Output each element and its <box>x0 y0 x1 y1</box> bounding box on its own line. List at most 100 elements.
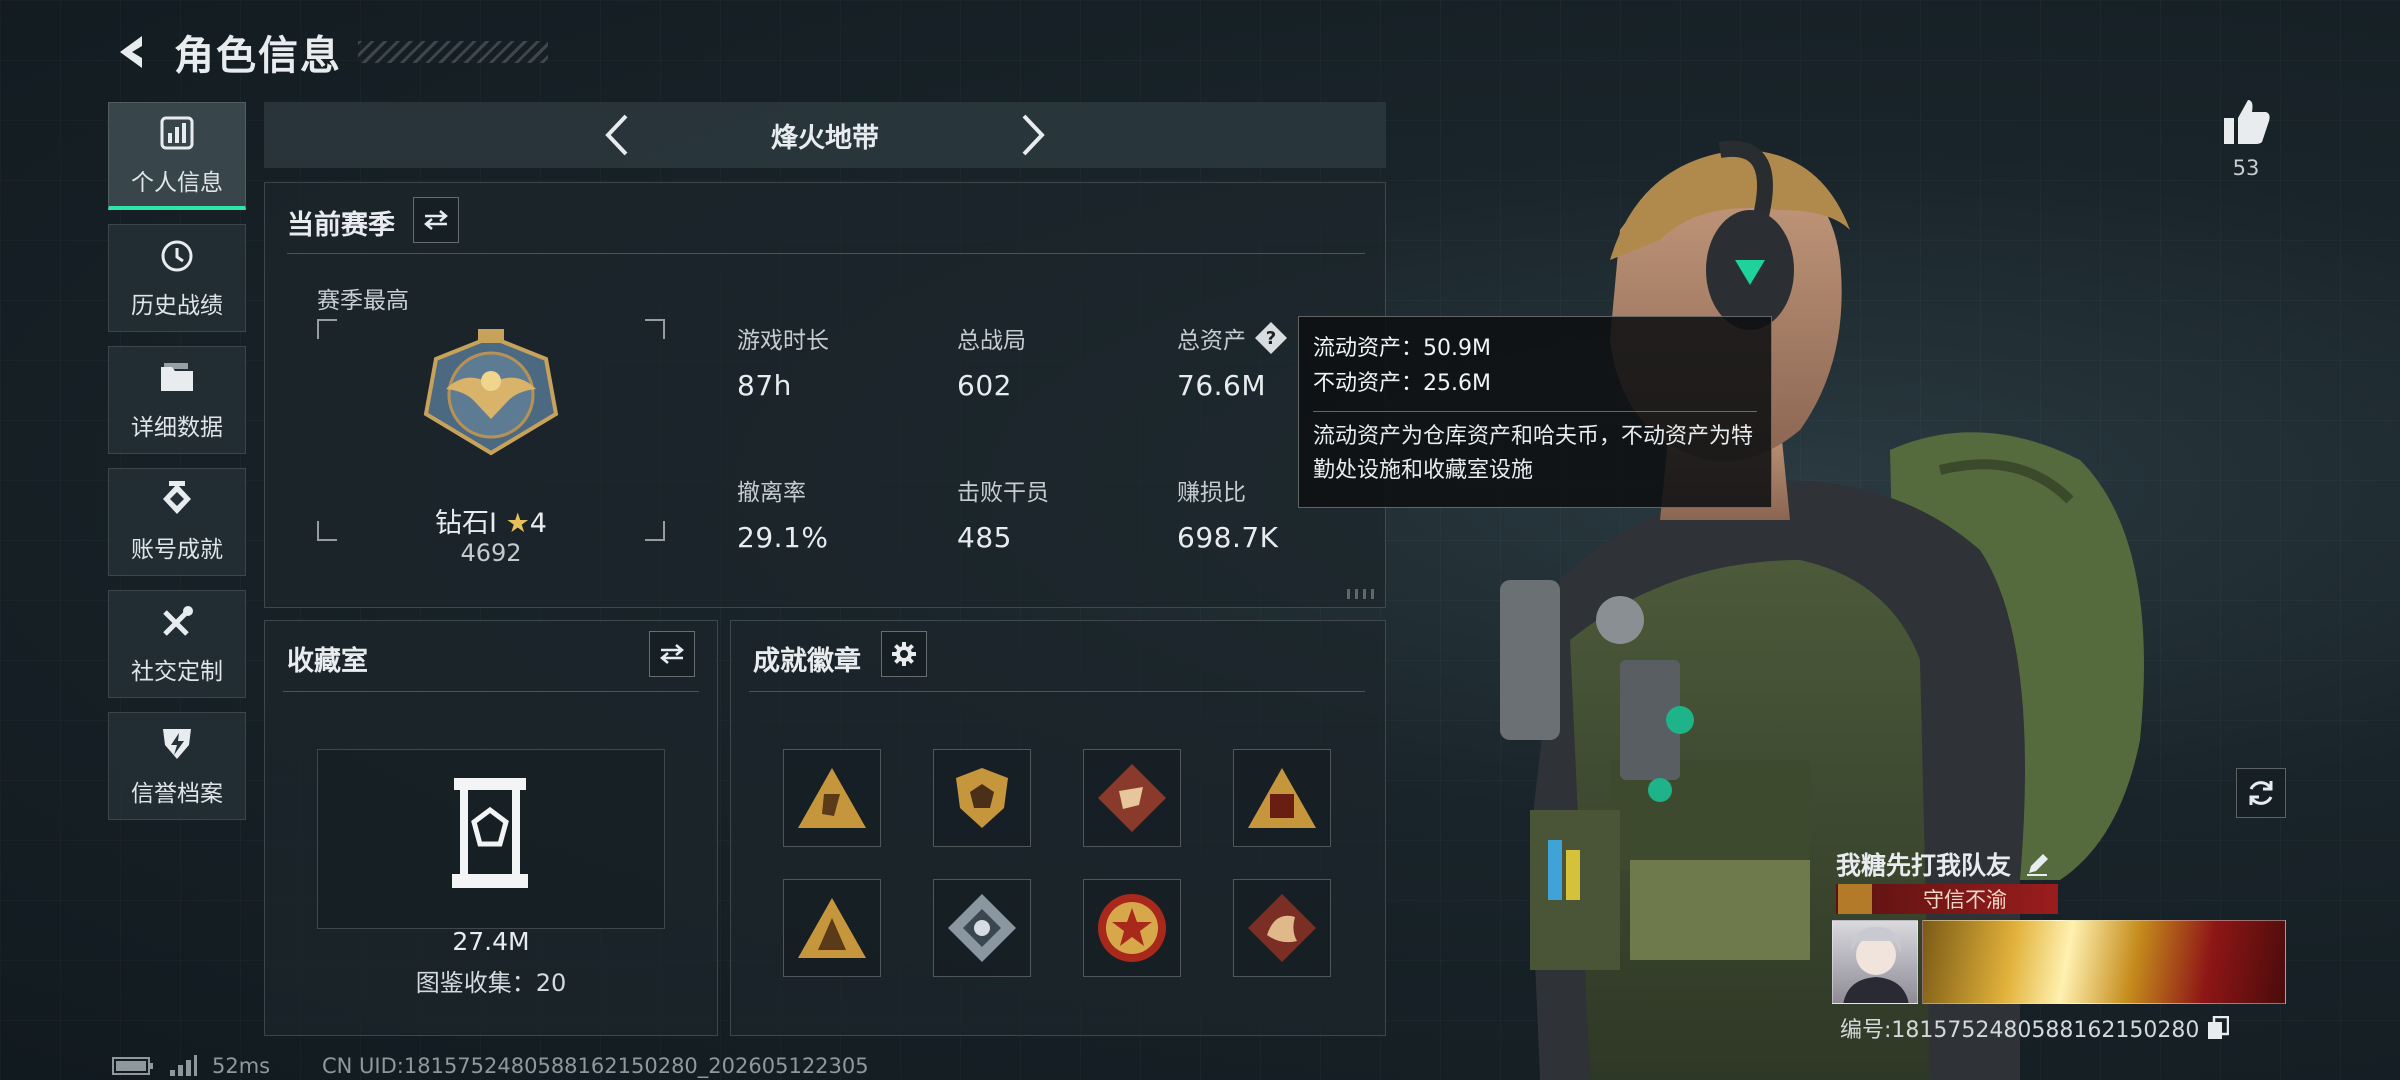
divider <box>287 253 1365 254</box>
honor-title: 守信不渝 <box>1923 888 2007 912</box>
rank-name: 钻石Ⅰ ★4 <box>317 501 665 540</box>
mode-prev-button[interactable] <box>589 107 645 163</box>
thumbs-up-icon[interactable] <box>2220 98 2272 146</box>
star-icon: ★ <box>505 508 530 539</box>
avatar-portrait <box>1843 927 1909 1003</box>
stat-label: 游戏时长 <box>737 328 829 354</box>
nav-item-reputation[interactable]: 信誉档案 <box>108 712 246 820</box>
divider <box>283 691 699 692</box>
collection-panel: 收藏室 27.4M 图鉴收集：20 <box>264 620 718 1036</box>
badge-item[interactable] <box>1083 879 1181 977</box>
cn-uid: CN UID:1815752480588162150280_2026051223… <box>322 1054 869 1078</box>
nav-label: 详细数据 <box>131 415 223 441</box>
stat-value: 602 <box>957 369 1012 402</box>
swap-icon <box>424 210 448 230</box>
honor-title-bar: 守信不渝 <box>1836 884 2058 914</box>
season-panel: 当前赛季 赛季最高 钻石Ⅰ ★4 4692 游戏时长 87h 总战局 602 总… <box>264 182 1386 608</box>
svg-text:?: ? <box>1266 328 1276 349</box>
help-icon[interactable]: ? <box>1254 321 1288 355</box>
tooltip-fixed-assets: 不动资产：25.6M <box>1313 371 1491 397</box>
nav-item-detailed-data[interactable]: 详细数据 <box>108 346 246 454</box>
player-uid-text: 编号:1815752480588162150280 <box>1840 1018 2200 1043</box>
badge-item[interactable] <box>1083 749 1181 847</box>
stat-value: 698.7K <box>1177 521 1279 554</box>
stat-value: 87h <box>737 369 792 402</box>
stat-operators-defeated: 击败干员 485 <box>957 473 1049 554</box>
stat-label: 总资产 ? <box>1177 321 1288 355</box>
like-count: 53 <box>2232 156 2260 180</box>
player-name: 我糖先打我队友 <box>1836 846 2051 882</box>
history-clock-icon <box>159 236 195 276</box>
badge-diamond-icon <box>1098 764 1166 832</box>
divider <box>749 691 1365 692</box>
stat-label: 总战局 <box>957 328 1026 354</box>
badges-panel: 成就徽章 <box>730 620 1386 1036</box>
badge-item[interactable] <box>783 749 881 847</box>
back-arrow-icon <box>120 36 142 68</box>
shield-emblem-icon <box>159 724 195 764</box>
honor-emblem-icon <box>1838 884 1872 914</box>
tooltip-divider <box>1313 411 1757 413</box>
stat-profit-loss-ratio: 赚损比 698.7K <box>1177 473 1279 554</box>
stat-total-matches: 总战局 602 <box>957 321 1026 402</box>
season-title: 当前赛季 <box>287 210 395 241</box>
collection-preview[interactable] <box>317 749 665 929</box>
chevron-right-icon <box>1022 114 1045 156</box>
refresh-button[interactable] <box>2236 768 2286 818</box>
corner-decoration <box>1347 589 1377 599</box>
signal-icon <box>170 1055 197 1076</box>
badge-item[interactable] <box>783 879 881 977</box>
nav-label: 社交定制 <box>131 659 223 685</box>
tooltip-description: 流动资产为仓库资产和哈夫币，不动资产为特勤处设施和收藏室设施 <box>1313 424 1754 484</box>
nav-item-achievements[interactable]: 账号成就 <box>108 468 246 576</box>
badge-shield-icon <box>956 768 1008 828</box>
mode-selector: 烽火地带 <box>264 102 1386 168</box>
rank-stars: 4 <box>529 508 547 539</box>
stat-label-text: 总资产 <box>1177 328 1246 354</box>
title-decoration <box>358 41 548 63</box>
rank-emblem-icon <box>423 329 559 456</box>
collection-title: 收藏室 <box>287 646 368 677</box>
name-card-banner[interactable] <box>1922 920 2286 1004</box>
rank-score: 4692 <box>460 539 522 567</box>
gear-icon <box>892 642 916 666</box>
player-uid: 编号:1815752480588162150280 <box>1840 1012 2230 1044</box>
badge-item[interactable] <box>1233 879 1331 977</box>
mode-next-button[interactable] <box>1005 107 1061 163</box>
nav-label: 信誉档案 <box>131 781 223 807</box>
stat-extract-rate: 撤离率 29.1% <box>737 473 828 554</box>
stat-value: 76.6M <box>1177 369 1267 402</box>
nav-label: 个人信息 <box>131 169 223 196</box>
battery-icon <box>112 1057 153 1075</box>
side-nav: 个人信息 历史战绩 详细数据 账号成就 社交定制 信誉档案 <box>108 102 246 834</box>
badge-item[interactable] <box>1233 749 1331 847</box>
nav-item-history[interactable]: 历史战绩 <box>108 224 246 332</box>
stat-label: 击败干员 <box>957 480 1049 506</box>
display-case-icon <box>452 778 528 888</box>
achievement-diamond-icon <box>159 480 195 520</box>
collection-switch-button[interactable] <box>649 631 695 677</box>
nav-item-personal-info[interactable]: 个人信息 <box>108 102 246 210</box>
stat-value: 29.1% <box>737 521 829 554</box>
season-switch-button[interactable] <box>413 197 459 243</box>
avatar[interactable] <box>1832 920 1918 1004</box>
status-footer: 52ms <box>112 1054 270 1078</box>
season-best-label: 赛季最高 <box>317 288 409 314</box>
collection-count: 图鉴收集：20 <box>415 969 567 997</box>
rank-display: 钻石Ⅰ ★4 4692 <box>317 319 665 567</box>
mode-title: 烽火地带 <box>771 122 879 154</box>
nav-label: 账号成就 <box>131 537 223 563</box>
badge-item[interactable] <box>933 879 1031 977</box>
assets-tooltip: 流动资产：50.9M 不动资产：25.6M 流动资产为仓库资产和哈夫币，不动资产… <box>1298 316 1772 508</box>
nav-label: 历史战绩 <box>131 293 223 319</box>
badge-item[interactable] <box>933 749 1031 847</box>
back-button[interactable] <box>108 30 152 74</box>
nav-item-social-custom[interactable]: 社交定制 <box>108 590 246 698</box>
copy-icon[interactable] <box>2207 1016 2230 1040</box>
tools-icon <box>159 602 195 642</box>
tooltip-liquid-assets: 流动资产：50.9M <box>1313 336 1491 361</box>
edit-pencil-icon[interactable] <box>2025 851 2051 877</box>
badges-settings-button[interactable] <box>881 631 927 677</box>
badge-round-star-icon <box>1098 894 1166 962</box>
page-header: 角色信息 <box>108 22 548 82</box>
